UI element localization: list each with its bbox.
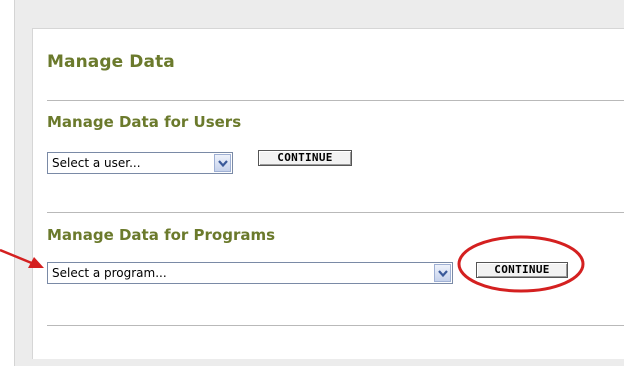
divider [47,100,624,101]
screenshot-stage: Manage Data Manage Data for Users Select… [0,0,624,366]
user-select-value: Select a user... [52,156,141,170]
chevron-down-icon[interactable] [434,264,451,282]
manage-data-panel: Manage Data Manage Data for Users Select… [32,28,624,359]
programs-select[interactable]: Select a program... [47,262,453,284]
users-continue-button[interactable]: CONTINUE [258,150,352,166]
programs-continue-button[interactable]: CONTINUE [476,262,568,278]
user-select[interactable]: Select a user... [47,152,233,174]
programs-section-heading: Manage Data for Programs [47,226,276,244]
divider [47,325,624,326]
divider [47,212,624,213]
programs-select-value: Select a program... [52,266,167,280]
page-title: Manage Data [47,52,175,72]
users-section-heading: Manage Data for Users [47,113,242,131]
chevron-down-icon[interactable] [214,154,231,172]
